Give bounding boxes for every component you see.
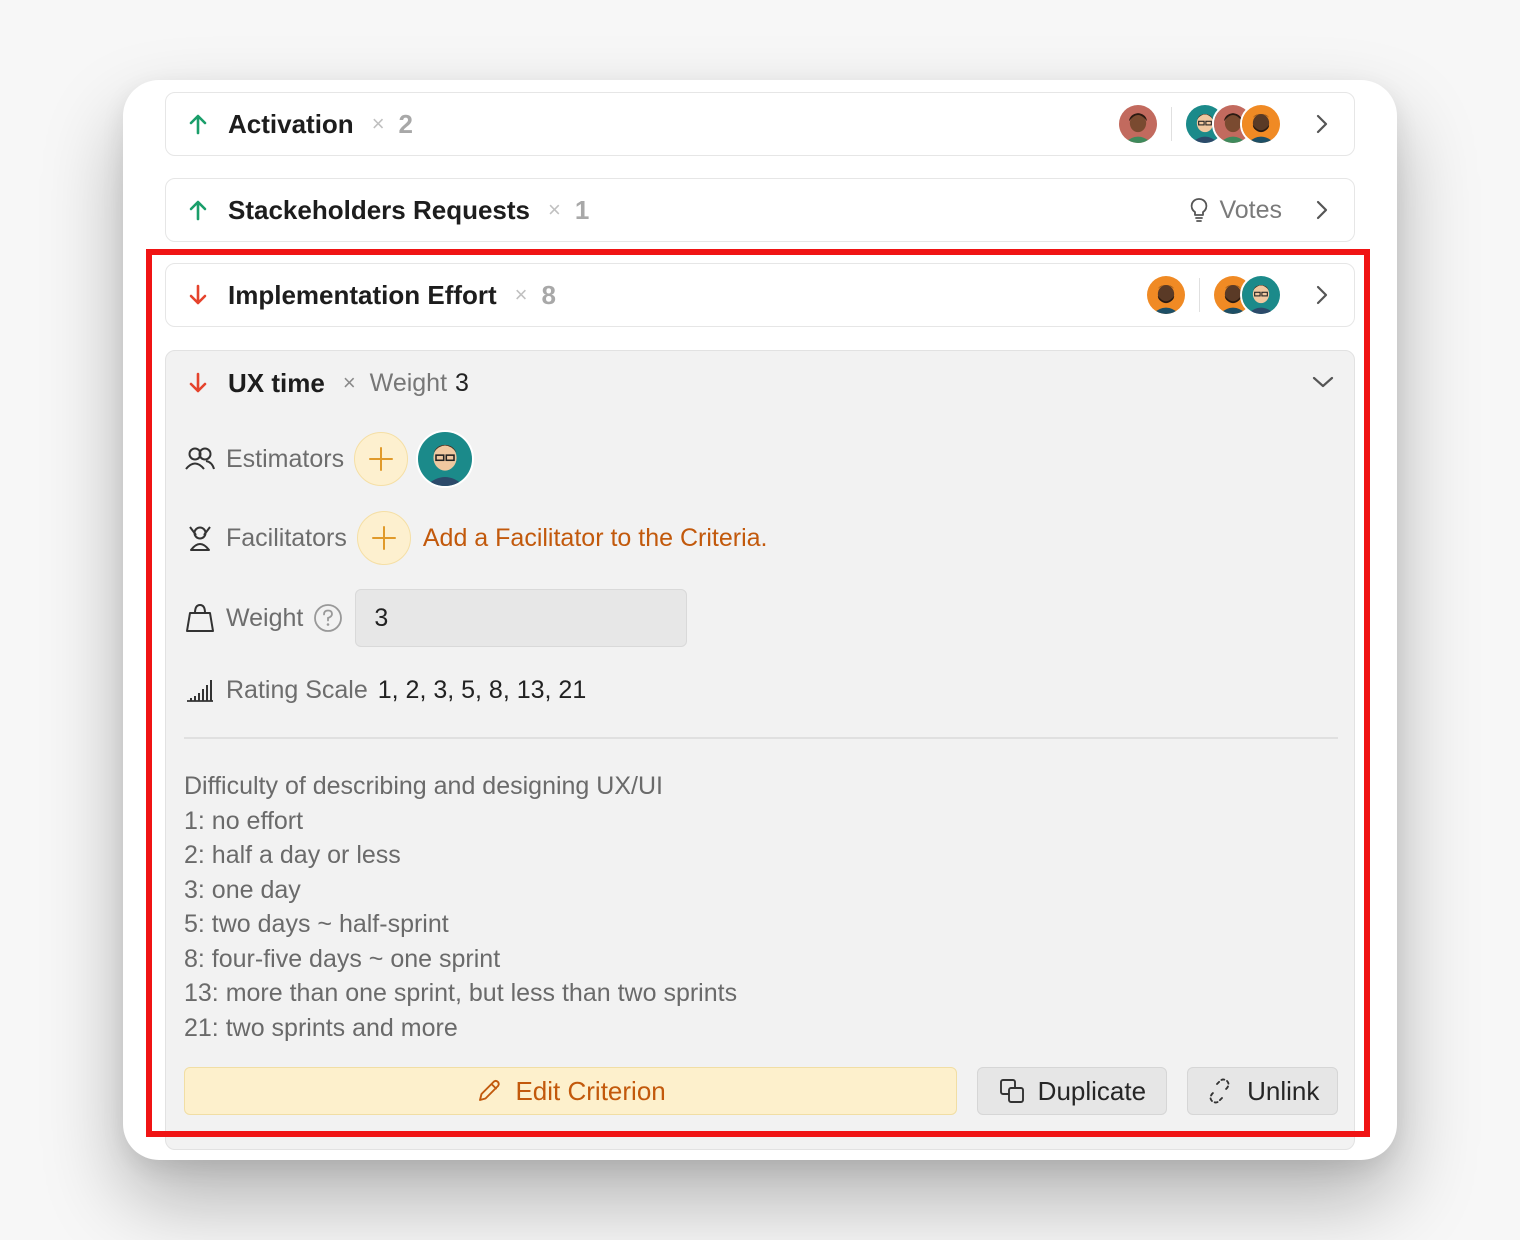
estimator-avatars[interactable]	[1212, 274, 1282, 316]
criterion-description: Difficulty of describing and designing U…	[184, 769, 1284, 1045]
arrow-down-icon	[188, 282, 210, 308]
lightbulb-icon	[1189, 197, 1209, 223]
estimators-label: Estimators	[226, 444, 345, 473]
votes-label: Votes	[1219, 195, 1282, 224]
duplicate-label: Duplicate	[1037, 1075, 1147, 1106]
weight-icon	[184, 602, 216, 634]
description-line: 21: two sprints and more	[184, 1013, 458, 1042]
signal-bars-icon	[184, 674, 216, 706]
weight-field: Weight	[184, 589, 688, 647]
arrow-up-icon	[188, 197, 210, 223]
duplicate-button[interactable]: Duplicate	[977, 1067, 1167, 1115]
facilitator-avatar[interactable]	[1144, 274, 1187, 316]
chevron-right-icon[interactable]	[1312, 283, 1332, 307]
criterion-title: Implementation Effort	[228, 279, 497, 310]
edit-criterion-label: Edit Criterion	[515, 1075, 666, 1106]
plus-icon	[369, 447, 394, 471]
sub-criterion-title: UX time	[228, 367, 325, 398]
criterion-row-activation[interactable]: Activation × 2	[165, 92, 1355, 156]
arrow-down-icon	[188, 370, 210, 396]
chevron-right-icon[interactable]	[1312, 198, 1332, 222]
unlink-icon	[1205, 1077, 1235, 1105]
sub-criterion-panel-ux-time: UX time × Weight 3 Estimators Facilitato…	[165, 350, 1355, 1150]
divider	[184, 737, 1338, 739]
add-estimator-button[interactable]	[354, 432, 409, 486]
facilitators-label: Facilitators	[226, 523, 347, 552]
description-line: 2: half a day or less	[184, 841, 401, 869]
criterion-multiplier: 2	[398, 108, 414, 139]
weight-label: Weight	[369, 368, 448, 397]
plus-icon	[371, 526, 396, 550]
pencil-icon	[475, 1077, 503, 1105]
criterion-multiplier: 8	[541, 279, 556, 310]
divider	[1170, 107, 1172, 141]
description-line: 8: four-five days ~ one sprint	[184, 944, 501, 973]
estimators-field: Estimators	[184, 430, 475, 488]
rating-scale-label: Rating Scale	[226, 675, 368, 704]
weight-input[interactable]	[355, 589, 688, 647]
chevron-right-icon[interactable]	[1312, 112, 1332, 136]
facilitator-icon	[184, 522, 216, 554]
add-facilitator-link[interactable]: Add a Facilitator to the Criteria.	[423, 524, 768, 553]
avatar[interactable]	[1240, 274, 1282, 316]
criterion-title: Activation	[228, 108, 354, 139]
duplicate-icon	[998, 1077, 1026, 1105]
rating-scale-field: Rating Scale 1, 2, 3, 5, 8, 13, 21	[184, 674, 586, 706]
rating-scale-values: 1, 2, 3, 5, 8, 13, 21	[377, 675, 587, 704]
description-line: 13: more than one sprint, but less than …	[184, 979, 738, 1007]
criterion-title: Stackeholders Requests	[228, 194, 531, 225]
facilitator-avatar[interactable]	[1116, 103, 1159, 145]
criteria-card: Activation × 2 Stackeholders Requests × …	[123, 80, 1397, 1160]
criterion-row-implementation-effort[interactable]: Implementation Effort × 8	[165, 263, 1355, 327]
weight-value: 3	[455, 368, 469, 397]
times-sign: ×	[514, 282, 528, 307]
times-sign: ×	[548, 197, 561, 222]
criterion-row-stakeholders-requests[interactable]: Stackeholders Requests × 1 Votes	[165, 178, 1355, 242]
unlink-label: Unlink	[1247, 1075, 1320, 1106]
action-buttons: Edit Criterion Duplicate Unlink	[184, 1067, 1338, 1115]
weight-field-label: Weight	[226, 603, 304, 632]
facilitators-field: Facilitators Add a Facilitator to the Cr…	[184, 511, 767, 565]
description-line: 1: no effort	[184, 806, 304, 835]
description-line: 5: two days ~ half-sprint	[184, 910, 449, 938]
description-line: Difficulty of describing and designing U…	[184, 772, 663, 800]
help-icon[interactable]	[313, 603, 343, 633]
criterion-multiplier: 1	[574, 194, 590, 225]
add-facilitator-button[interactable]	[356, 511, 411, 565]
times-sign: ×	[371, 111, 385, 136]
unlink-button[interactable]: Unlink	[1186, 1067, 1338, 1115]
sub-criterion-header[interactable]: UX time × Weight 3	[188, 363, 469, 403]
users-icon	[184, 443, 216, 475]
avatar[interactable]	[1240, 103, 1282, 145]
votes-indicator: Votes	[1189, 196, 1282, 225]
divider	[1198, 278, 1200, 312]
arrow-up-icon	[188, 111, 210, 137]
edit-criterion-button[interactable]: Edit Criterion	[184, 1067, 958, 1115]
estimator-avatars[interactable]	[1184, 103, 1282, 145]
description-line: 3: one day	[184, 875, 301, 904]
times-sign: ×	[342, 370, 356, 395]
estimator-avatar[interactable]	[416, 430, 475, 488]
chevron-down-icon[interactable]	[1310, 369, 1336, 395]
